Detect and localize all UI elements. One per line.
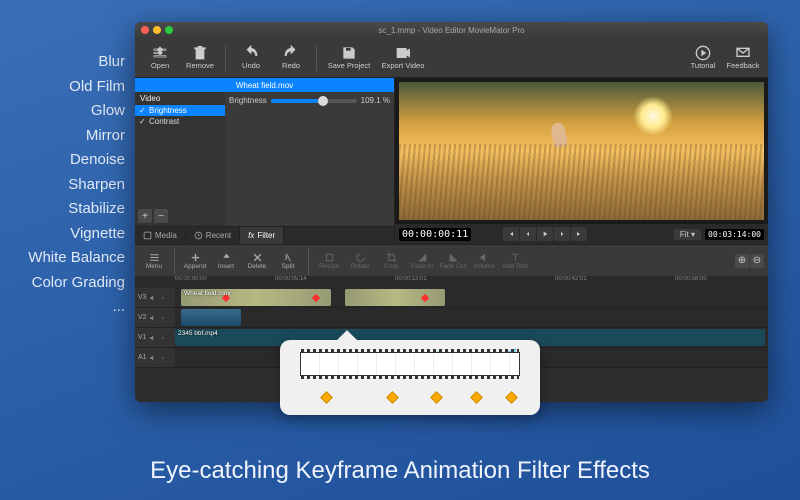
clip-v2[interactable] [181, 309, 241, 326]
zoom-fit-dropdown[interactable]: Fit ▾ [674, 229, 701, 240]
clip-wheat-field[interactable]: Wheat field.mov [181, 289, 331, 306]
eye-icon[interactable] [159, 314, 167, 322]
mute-icon[interactable] [149, 294, 157, 302]
check-icon: ✓ [139, 117, 146, 126]
timeline: 00:00:00:00 00:00:05:14 00:00:13:01 00:0… [135, 276, 768, 402]
timeline-toolbar: Menu Append Insert Delete Split Resize R… [135, 244, 768, 276]
remove-button[interactable]: Remove [181, 40, 219, 76]
main-toolbar: Open Remove Undo Redo Save Project Expor… [135, 38, 768, 78]
fadein-button[interactable]: Fade In [407, 246, 437, 276]
fadeout-button[interactable]: Fade Out [438, 246, 468, 276]
clip-wheat-field-2[interactable] [345, 289, 445, 306]
promo-tagline: Eye-catching Keyframe Animation Filter E… [0, 457, 800, 485]
clip-main[interactable]: 2345 bbf.mp4 [175, 329, 765, 346]
fullscreen-window-button[interactable] [165, 26, 173, 34]
zoom-out-button[interactable]: ⊖ [750, 254, 764, 268]
tab-recent[interactable]: Recent [186, 227, 240, 244]
tutorial-button[interactable]: Tutorial [684, 40, 722, 76]
prop-value: 109.1 % [361, 96, 390, 105]
export-video-button[interactable]: Export Video [377, 40, 429, 76]
play-button[interactable] [537, 227, 553, 241]
window-title: sc_1.mmp - Video Editor MovieMator Pro [135, 26, 768, 35]
goto-start-button[interactable] [503, 227, 519, 241]
eye-icon[interactable] [159, 294, 167, 302]
filter-item-brightness[interactable]: ✓Brightness [135, 105, 225, 116]
remove-filter-button[interactable]: − [154, 209, 168, 223]
rotate-button[interactable]: Rotate [345, 246, 375, 276]
panel-tabs: Media Recent fxFilter [135, 226, 394, 244]
filter-item-contrast[interactable]: ✓Contrast [135, 116, 225, 127]
video-preview[interactable] [399, 82, 764, 220]
feedback-button[interactable]: Feedback [724, 40, 762, 76]
delete-button[interactable]: Delete [242, 246, 272, 276]
track-a1: A1 [135, 348, 768, 368]
preview-panel: 00:00:00:11 Fit ▾ 00:03:14:00 [395, 78, 768, 244]
mute-icon[interactable] [149, 314, 157, 322]
filter-clip-name: Wheat field.mov [135, 78, 394, 92]
close-window-button[interactable] [141, 26, 149, 34]
track-v2: V2 [135, 308, 768, 328]
mute-icon[interactable] [149, 354, 157, 362]
tab-media[interactable]: Media [135, 227, 186, 244]
track-v3: V3 Wheat field.mov [135, 288, 768, 308]
prop-label: Brightness [229, 96, 267, 105]
resize-button[interactable]: Resize [314, 246, 344, 276]
volume-button[interactable]: Volume [469, 246, 499, 276]
timeline-menu-button[interactable]: Menu [139, 246, 169, 276]
eye-icon[interactable] [159, 334, 167, 342]
eye-icon[interactable] [159, 354, 167, 362]
open-button[interactable]: Open [141, 40, 179, 76]
filter-category-video: Video [135, 92, 225, 105]
redo-button[interactable]: Redo [272, 40, 310, 76]
current-timecode: 00:00:00:11 [399, 228, 471, 241]
time-ruler[interactable]: 00:00:00:00 00:00:05:14 00:00:13:01 00:0… [135, 276, 768, 288]
next-frame-button[interactable] [554, 227, 570, 241]
promo-filter-list: BlurOld FilmGlowMirrorDenoiseSharpenStab… [20, 50, 125, 320]
tab-filter[interactable]: fxFilter [240, 227, 284, 244]
crop-button[interactable]: Crop [376, 246, 406, 276]
track-v1: V1 2345 bbf.mp4 [135, 328, 768, 348]
goto-end-button[interactable] [571, 227, 587, 241]
minimize-window-button[interactable] [153, 26, 161, 34]
addtext-button[interactable]: Add Text [500, 246, 530, 276]
split-button[interactable]: Split [273, 246, 303, 276]
duration-timecode: 00:03:14:00 [705, 229, 764, 240]
save-project-button[interactable]: Save Project [323, 40, 375, 76]
undo-button[interactable]: Undo [232, 40, 270, 76]
brightness-slider[interactable] [271, 99, 357, 103]
add-filter-button[interactable]: + [138, 209, 152, 223]
app-window: sc_1.mmp - Video Editor MovieMator Pro O… [135, 22, 768, 402]
zoom-in-button[interactable]: ⊕ [735, 254, 749, 268]
mute-icon[interactable] [149, 334, 157, 342]
insert-button[interactable]: Insert [211, 246, 241, 276]
check-icon: ✓ [139, 106, 146, 115]
filter-panel: Wheat field.mov Video ✓Brightness ✓Contr… [135, 78, 395, 244]
titlebar: sc_1.mmp - Video Editor MovieMator Pro [135, 22, 768, 38]
append-button[interactable]: Append [180, 246, 210, 276]
prev-frame-button[interactable] [520, 227, 536, 241]
